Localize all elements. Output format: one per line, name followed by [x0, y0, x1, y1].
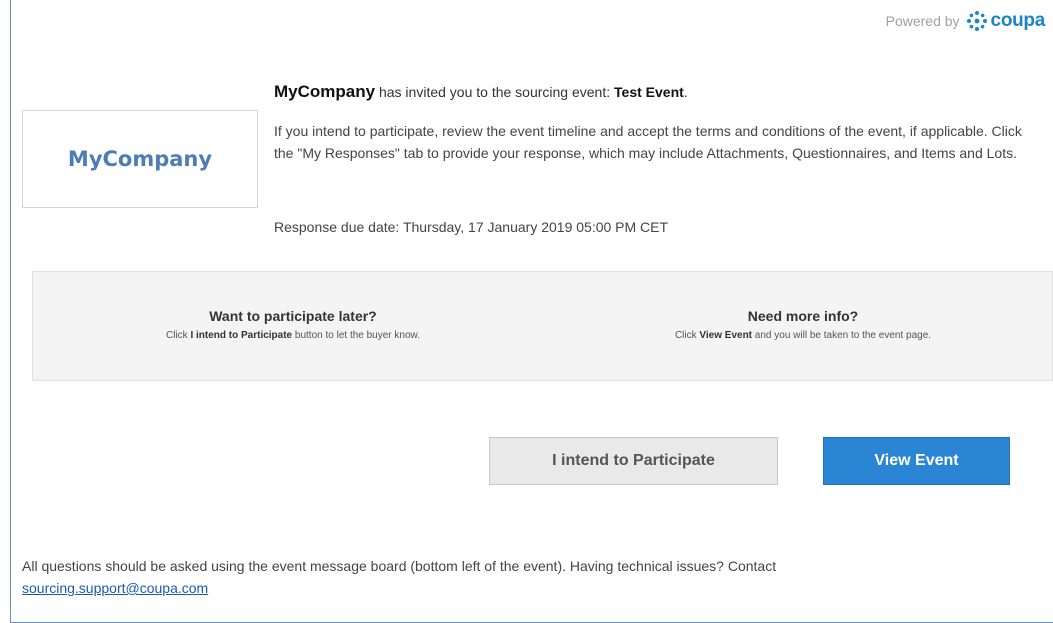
event-name: Test Event	[614, 84, 684, 100]
powered-by: Powered by coupa	[886, 10, 1045, 32]
response-due-date: Response due date: Thursday, 17 January …	[274, 219, 669, 235]
invite-period: .	[683, 84, 688, 100]
company-logo: MyCompany	[22, 110, 258, 208]
participate-later-title: Want to participate later?	[209, 308, 377, 324]
coupa-swirl-icon	[966, 11, 987, 31]
instructions-paragraph: If you intend to participate, review the…	[274, 123, 1022, 161]
more-info-suffix: and you will be taken to the event page.	[754, 330, 932, 341]
more-info-bold: View Event	[699, 330, 753, 341]
support-email-link[interactable]: sourcing.support@coupa.com	[22, 580, 208, 596]
footer-text: All questions should be asked using the …	[22, 558, 777, 574]
inviting-company: MyCompany	[274, 82, 376, 101]
invite-line: MyCompany has invited you to the sourcin…	[274, 82, 1044, 102]
participate-later-desc: Click I intend to Participate button to …	[63, 330, 523, 341]
more-info-prefix: Click	[674, 330, 697, 341]
more-info-desc: Click View Event and you will be taken t…	[573, 330, 1033, 341]
intend-to-participate-button[interactable]: I intend to Participate	[489, 437, 778, 485]
participate-later-suffix: button to let the buyer know.	[294, 330, 420, 341]
more-info: Need more info? Click View Event and you…	[573, 308, 1033, 341]
more-info-title: Need more info?	[747, 308, 859, 324]
powered-by-label: Powered by	[885, 13, 960, 29]
coupa-logo: coupa	[966, 10, 1045, 32]
view-event-button[interactable]: View Event	[823, 437, 1010, 485]
company-logo-text: MyCompany	[67, 147, 213, 171]
participate-later-info: Want to participate later? Click I inten…	[63, 308, 523, 341]
invite-text: has invited you to the sourcing event:	[378, 84, 611, 100]
coupa-wordmark: coupa	[990, 10, 1046, 31]
participate-later-prefix: Click	[165, 330, 188, 341]
info-panel: Want to participate later? Click I inten…	[32, 271, 1053, 381]
footer: All questions should be asked using the …	[22, 555, 1022, 599]
participate-later-bold: I intend to Participate	[190, 330, 293, 341]
